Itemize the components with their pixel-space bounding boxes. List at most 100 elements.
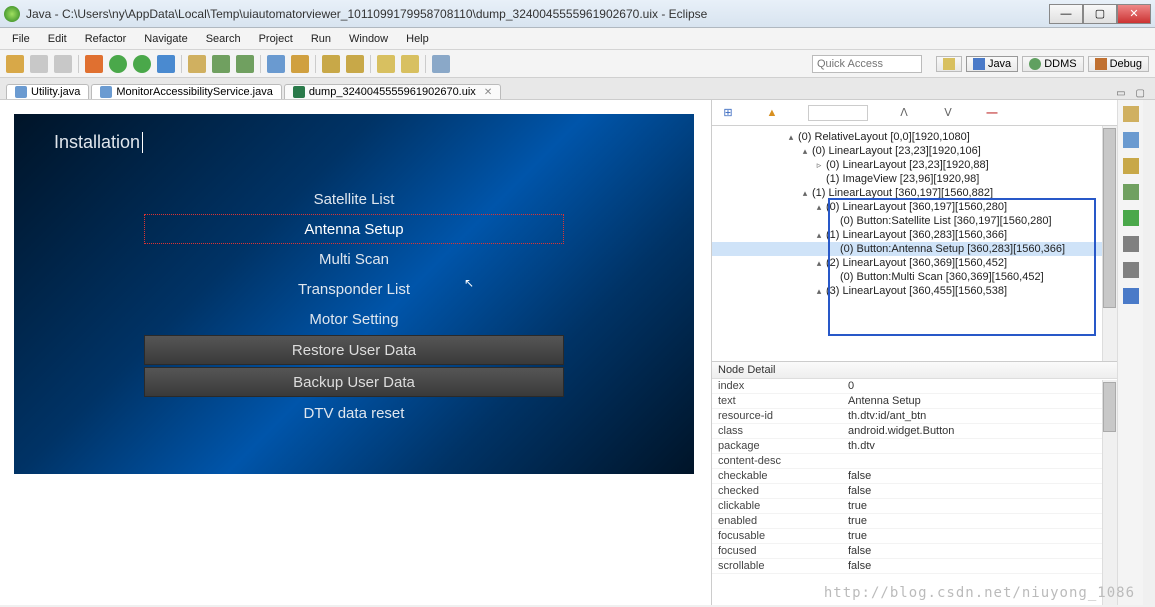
perspective-ddms[interactable]: DDMS xyxy=(1022,56,1083,72)
back-icon[interactable] xyxy=(377,55,395,73)
file-explorer-icon[interactable] xyxy=(1123,236,1139,252)
tree-node-label: (1) LinearLayout [360,197][1560,882] xyxy=(812,187,993,199)
tree-node[interactable]: ▴(0) LinearLayout [23,23][1920,106] xyxy=(712,144,1117,158)
close-button[interactable]: ✕ xyxy=(1117,4,1151,24)
quick-access-input[interactable] xyxy=(812,55,922,73)
emulator-icon[interactable] xyxy=(1123,184,1139,200)
detail-key: clickable xyxy=(712,499,842,514)
heap-icon[interactable] xyxy=(1123,262,1139,278)
menu-navigate[interactable]: Navigate xyxy=(136,31,195,47)
menu-project[interactable]: Project xyxy=(251,31,301,47)
device-screenshot[interactable]: Installation Satellite ListAntenna Setup… xyxy=(14,114,694,474)
tab-dump-uix[interactable]: dump_3240045555961902670.uix ✕ xyxy=(284,84,501,99)
tree-node[interactable]: ▴(0) LinearLayout [360,197][1560,280] xyxy=(712,200,1117,214)
tree-node[interactable]: ▹(0) LinearLayout [23,23][1920,88] xyxy=(712,158,1117,172)
ui-hierarchy-tree[interactable]: ▴(0) RelativeLayout [0,0][1920,1080]▴(0)… xyxy=(712,126,1117,361)
open-perspective-button[interactable] xyxy=(936,56,962,72)
tree-node-label: (3) LinearLayout [360,455][1560,538] xyxy=(826,285,1007,297)
debug-icon[interactable] xyxy=(85,55,103,73)
run-icon[interactable] xyxy=(109,55,127,73)
java-file-icon xyxy=(15,86,27,98)
perspective-debug[interactable]: Debug xyxy=(1088,56,1149,72)
filter-input[interactable] xyxy=(808,105,868,121)
perspective-java[interactable]: Java xyxy=(966,56,1018,72)
tree-node[interactable]: (0) Button:Satellite List [360,197][1560… xyxy=(712,214,1117,228)
search-icon[interactable] xyxy=(291,55,309,73)
tree-node[interactable]: ▴(1) LinearLayout [360,283][1560,366] xyxy=(712,228,1117,242)
minimize-view-icon[interactable]: ▭ xyxy=(1112,88,1129,99)
save-icon[interactable] xyxy=(30,55,48,73)
tree-node[interactable]: (0) Button:Antenna Setup [360,283][1560,… xyxy=(712,242,1117,256)
menu-search[interactable]: Search xyxy=(198,31,249,47)
detail-row: packageth.dtv xyxy=(712,439,1117,454)
tree-twisty-icon[interactable]: ▴ xyxy=(814,286,824,297)
tree-node[interactable]: ▴(2) LinearLayout [360,369][1560,452] xyxy=(712,256,1117,270)
device-menu-item[interactable]: Multi Scan xyxy=(144,244,564,274)
expand-all-icon[interactable]: ⊞ xyxy=(720,105,736,121)
scrollbar-thumb[interactable] xyxy=(1103,382,1116,432)
tree-node[interactable]: (1) ImageView [23,96][1920,98] xyxy=(712,172,1117,186)
warning-icon[interactable]: ▲ xyxy=(764,105,780,121)
new-icon[interactable] xyxy=(6,55,24,73)
next-icon[interactable]: ᐯ xyxy=(940,105,956,121)
todo-icon[interactable] xyxy=(322,55,340,73)
editor-tabs: Utility.java MonitorAccessibilityService… xyxy=(0,78,1155,100)
detail-row: focusedfalse xyxy=(712,544,1117,559)
task-list-icon[interactable] xyxy=(1123,132,1139,148)
new-interface-icon[interactable] xyxy=(236,55,254,73)
devices-icon[interactable] xyxy=(1123,158,1139,174)
tree-twisty-icon[interactable]: ▴ xyxy=(800,146,810,157)
ext-tools-icon[interactable] xyxy=(157,55,175,73)
tree-node-label: (1) ImageView [23,96][1920,98] xyxy=(826,173,979,185)
maximize-button[interactable]: ▢ xyxy=(1083,4,1117,24)
device-menu-item[interactable]: Transponder List xyxy=(144,274,564,304)
bookmark-icon[interactable] xyxy=(346,55,364,73)
menu-edit[interactable]: Edit xyxy=(40,31,75,47)
menu-file[interactable]: File xyxy=(4,31,38,47)
save-all-icon[interactable] xyxy=(54,55,72,73)
close-tab-icon[interactable]: ✕ xyxy=(484,87,492,98)
detail-key: checked xyxy=(712,484,842,499)
scrollbar-thumb[interactable] xyxy=(1103,128,1116,308)
tree-node[interactable]: ▴(0) RelativeLayout [0,0][1920,1080] xyxy=(712,130,1117,144)
cursor-icon: ↖ xyxy=(464,276,474,290)
tree-twisty-icon[interactable]: ▴ xyxy=(814,202,824,213)
logcat-icon[interactable] xyxy=(1123,210,1139,226)
menu-refactor[interactable]: Refactor xyxy=(77,31,135,47)
device-menu-item[interactable]: Restore User Data xyxy=(144,335,564,365)
tree-twisty-icon[interactable]: ▴ xyxy=(814,258,824,269)
tree-twisty-icon[interactable]: ▴ xyxy=(786,132,796,143)
tree-node[interactable]: ▴(3) LinearLayout [360,455][1560,538] xyxy=(712,284,1117,298)
tree-twisty-icon[interactable]: ▴ xyxy=(814,230,824,241)
new-package-icon[interactable] xyxy=(188,55,206,73)
pin-icon[interactable] xyxy=(432,55,450,73)
new-class-icon[interactable] xyxy=(212,55,230,73)
run-last-icon[interactable] xyxy=(133,55,151,73)
detail-row: focusabletrue xyxy=(712,529,1117,544)
minimize-button[interactable]: — xyxy=(1049,4,1083,24)
menu-window[interactable]: Window xyxy=(341,31,396,47)
detail-scrollbar[interactable] xyxy=(1102,380,1117,605)
menu-run[interactable]: Run xyxy=(303,31,339,47)
tree-twisty-icon[interactable]: ▴ xyxy=(800,188,810,199)
device-menu-item[interactable]: Backup User Data xyxy=(144,367,564,397)
tree-node-label: (0) LinearLayout [360,197][1560,280] xyxy=(826,201,1007,213)
menu-help[interactable]: Help xyxy=(398,31,437,47)
outline-icon[interactable] xyxy=(1123,106,1139,122)
tab-monitor-service[interactable]: MonitorAccessibilityService.java xyxy=(91,84,282,99)
tree-node[interactable]: (0) Button:Multi Scan [360,369][1560,452… xyxy=(712,270,1117,284)
device-menu-item[interactable]: Motor Setting xyxy=(144,304,564,334)
prev-icon[interactable]: ᐱ xyxy=(896,105,912,121)
open-type-icon[interactable] xyxy=(267,55,285,73)
forward-icon[interactable] xyxy=(401,55,419,73)
device-menu-item[interactable]: Antenna Setup xyxy=(144,214,564,244)
threads-icon[interactable] xyxy=(1123,288,1139,304)
maximize-view-icon[interactable]: ▢ xyxy=(1132,88,1149,99)
tree-scrollbar[interactable] xyxy=(1102,126,1117,361)
tab-utility[interactable]: Utility.java xyxy=(6,84,89,99)
device-menu-item[interactable]: DTV data reset xyxy=(144,398,564,428)
tree-twisty-icon[interactable]: ▹ xyxy=(814,160,824,171)
tree-node[interactable]: ▴(1) LinearLayout [360,197][1560,882] xyxy=(712,186,1117,200)
device-menu-item[interactable]: Satellite List xyxy=(144,184,564,214)
delete-icon[interactable]: — xyxy=(984,105,1000,121)
